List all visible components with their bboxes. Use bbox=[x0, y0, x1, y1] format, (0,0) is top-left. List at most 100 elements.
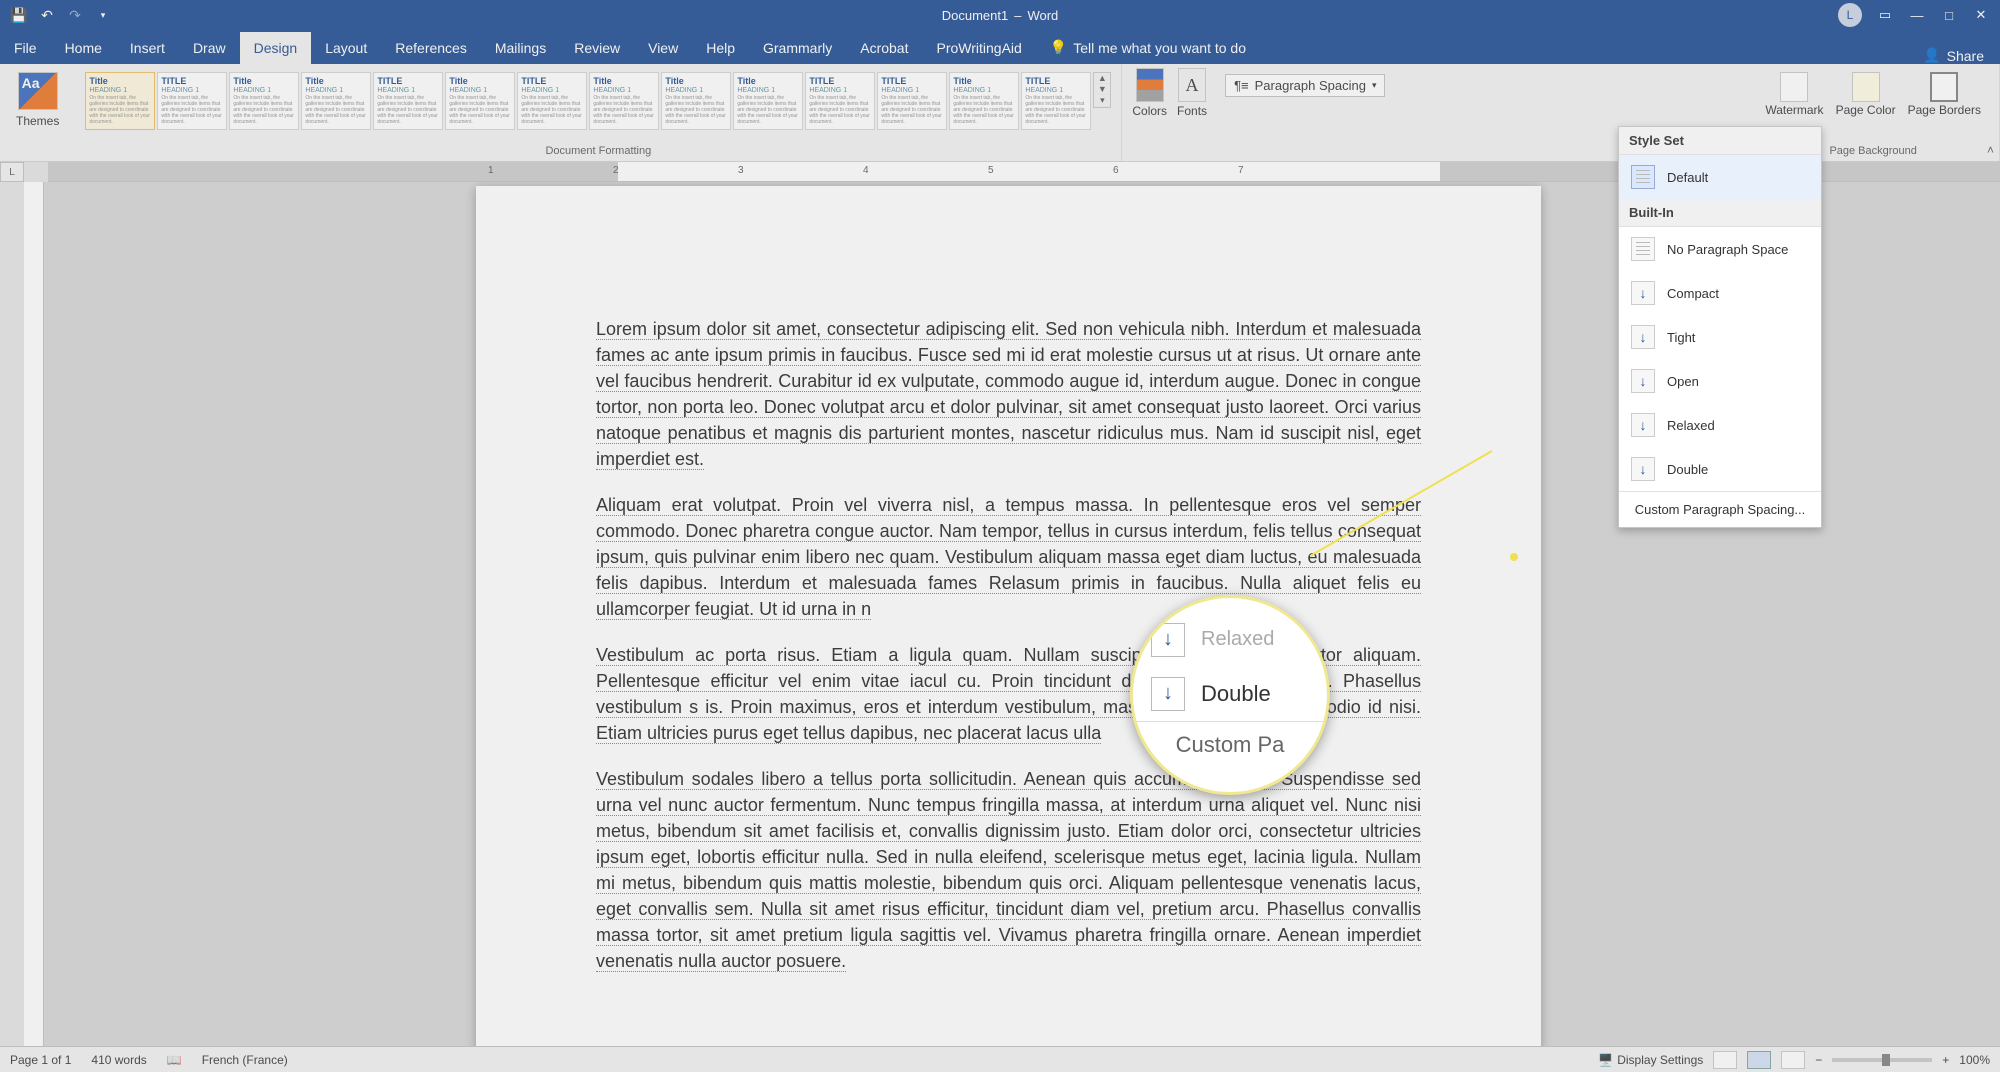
document-formatting-gallery[interactable]: TitleHEADING 1On the insert tab, the gal… bbox=[83, 68, 1113, 134]
fonts-button[interactable]: A Fonts bbox=[1177, 68, 1207, 118]
tab-acrobat[interactable]: Acrobat bbox=[846, 32, 922, 64]
page-color-icon bbox=[1852, 72, 1880, 102]
vertical-ruler[interactable] bbox=[24, 182, 44, 1046]
formatting-style-thumb[interactable]: TitleHEADING 1On the insert tab, the gal… bbox=[589, 72, 659, 130]
paragraph[interactable]: Vestibulum sodales libero a tellus porta… bbox=[596, 766, 1421, 974]
spacing-option-relaxed[interactable]: Relaxed bbox=[1619, 403, 1821, 447]
save-icon[interactable]: 💾 bbox=[10, 6, 28, 24]
tab-insert[interactable]: Insert bbox=[116, 32, 179, 64]
share-button[interactable]: 👤 Share bbox=[1907, 47, 2000, 64]
tab-prowritingaid[interactable]: ProWritingAid bbox=[922, 32, 1035, 64]
zoom-slider[interactable] bbox=[1832, 1058, 1932, 1062]
spacing-tight-icon bbox=[1631, 325, 1655, 349]
paragraph-spacing-dropdown: Style Set Default Built-In No Paragraph … bbox=[1618, 126, 1822, 528]
themes-button[interactable]: Themes bbox=[8, 68, 67, 132]
status-proofing-icon[interactable]: 📖 bbox=[167, 1053, 182, 1067]
spacing-option-default[interactable]: Default bbox=[1619, 155, 1821, 199]
tab-help[interactable]: Help bbox=[692, 32, 749, 64]
formatting-style-thumb[interactable]: TitleHEADING 1On the insert tab, the gal… bbox=[661, 72, 731, 130]
status-page[interactable]: Page 1 of 1 bbox=[10, 1053, 71, 1067]
spacing-option-tight[interactable]: Tight bbox=[1619, 315, 1821, 359]
status-word-count[interactable]: 410 words bbox=[91, 1053, 146, 1067]
tell-me-search[interactable]: 💡 Tell me what you want to do bbox=[1036, 31, 1260, 64]
ruler-tick: 5 bbox=[988, 165, 994, 176]
ruler-corner[interactable]: L bbox=[0, 162, 24, 182]
qat-customize-icon[interactable]: ▾ bbox=[94, 6, 112, 24]
formatting-style-thumb[interactable]: TITLEHEADING 1On the insert tab, the gal… bbox=[877, 72, 947, 130]
display-settings-button[interactable]: 🖥️ Display Settings bbox=[1598, 1053, 1703, 1067]
paragraph[interactable]: Lorem ipsum dolor sit amet, consectetur … bbox=[596, 316, 1421, 472]
collapse-ribbon-icon[interactable]: ˄ bbox=[1987, 143, 1994, 157]
document-name: Document1 bbox=[942, 8, 1008, 23]
paragraph-spacing-button[interactable]: ¶≡ Paragraph Spacing ▾ bbox=[1225, 74, 1385, 97]
view-web-layout[interactable] bbox=[1781, 1051, 1805, 1069]
display-settings-icon: 🖥️ bbox=[1598, 1053, 1613, 1067]
tab-draw[interactable]: Draw bbox=[179, 32, 240, 64]
undo-icon[interactable]: ↶ bbox=[38, 6, 56, 24]
quick-access-toolbar: 💾 ↶ ↷ ▾ bbox=[0, 6, 112, 24]
tab-layout[interactable]: Layout bbox=[311, 32, 381, 64]
app-name: Word bbox=[1027, 8, 1058, 23]
ruler-tick: 3 bbox=[738, 165, 744, 176]
ribbon-tabs: File Home Insert Draw Design Layout Refe… bbox=[0, 30, 2000, 64]
spacing-option-no-space[interactable]: No Paragraph Space bbox=[1619, 227, 1821, 271]
view-read-mode[interactable] bbox=[1713, 1051, 1737, 1069]
formatting-style-thumb[interactable]: TitleHEADING 1On the insert tab, the gal… bbox=[85, 72, 155, 130]
tab-home[interactable]: Home bbox=[51, 32, 116, 64]
zoom-out-icon[interactable]: − bbox=[1815, 1053, 1822, 1067]
tab-mailings[interactable]: Mailings bbox=[481, 32, 560, 64]
spacing-option-custom[interactable]: Custom Paragraph Spacing... bbox=[1619, 492, 1821, 527]
spacing-option-open[interactable]: Open bbox=[1619, 359, 1821, 403]
redo-icon[interactable]: ↷ bbox=[66, 6, 84, 24]
user-avatar[interactable]: L bbox=[1838, 3, 1862, 27]
paragraph[interactable]: Aliquam erat volutpat. Proin vel viverra… bbox=[596, 492, 1421, 622]
formatting-style-thumb[interactable]: TITLEHEADING 1On the insert tab, the gal… bbox=[1021, 72, 1091, 130]
close-icon[interactable]: ✕ bbox=[1972, 6, 1990, 24]
page-color-button[interactable]: Page Color bbox=[1836, 72, 1896, 117]
formatting-style-thumb[interactable]: TITLEHEADING 1On the insert tab, the gal… bbox=[805, 72, 875, 130]
ruler-tick: 6 bbox=[1113, 165, 1119, 176]
formatting-style-thumb[interactable]: TitleHEADING 1On the insert tab, the gal… bbox=[229, 72, 299, 130]
maximize-icon[interactable]: □ bbox=[1940, 6, 1958, 24]
formatting-style-thumb[interactable]: TITLEHEADING 1On the insert tab, the gal… bbox=[373, 72, 443, 130]
tab-view[interactable]: View bbox=[634, 32, 692, 64]
formatting-style-thumb[interactable]: TitleHEADING 1On the insert tab, the gal… bbox=[949, 72, 1019, 130]
watermark-button[interactable]: Watermark bbox=[1765, 72, 1823, 117]
status-language[interactable]: French (France) bbox=[202, 1053, 288, 1067]
watermark-icon bbox=[1780, 72, 1808, 102]
spacing-nospace-icon bbox=[1631, 237, 1655, 261]
spacing-default-icon bbox=[1631, 165, 1655, 189]
minimize-icon[interactable]: — bbox=[1908, 6, 1926, 24]
ribbon-display-options-icon[interactable]: ▭ bbox=[1876, 6, 1894, 24]
formatting-style-thumb[interactable]: TitleHEADING 1On the insert tab, the gal… bbox=[301, 72, 371, 130]
formatting-style-thumb[interactable]: TitleHEADING 1On the insert tab, the gal… bbox=[445, 72, 515, 130]
document-page[interactable]: Lorem ipsum dolor sit amet, consectetur … bbox=[476, 186, 1541, 1046]
tab-references[interactable]: References bbox=[381, 32, 481, 64]
gallery-scroll[interactable]: ▲▼▾ bbox=[1093, 72, 1111, 108]
dropdown-section-built-in: Built-In bbox=[1619, 199, 1821, 227]
spacing-relaxed-icon: ↓ bbox=[1151, 623, 1185, 657]
formatting-style-thumb[interactable]: TITLEHEADING 1On the insert tab, the gal… bbox=[517, 72, 587, 130]
lightbulb-icon: 💡 bbox=[1050, 39, 1067, 56]
magnifier-custom-row: Custom Pa bbox=[1133, 721, 1327, 768]
colors-button[interactable]: Colors bbox=[1132, 68, 1167, 118]
formatting-style-thumb[interactable]: TITLEHEADING 1On the insert tab, the gal… bbox=[157, 72, 227, 130]
ruler-tick: 2 bbox=[613, 165, 619, 176]
callout-dot bbox=[1510, 553, 1518, 561]
tab-file[interactable]: File bbox=[0, 32, 51, 64]
zoom-level[interactable]: 100% bbox=[1959, 1053, 1990, 1067]
view-print-layout[interactable] bbox=[1747, 1051, 1771, 1069]
formatting-style-thumb[interactable]: TitleHEADING 1On the insert tab, the gal… bbox=[733, 72, 803, 130]
colors-icon bbox=[1136, 68, 1164, 102]
title-bar: 💾 ↶ ↷ ▾ Document1 – Word L ▭ — □ ✕ bbox=[0, 0, 2000, 30]
fonts-icon: A bbox=[1178, 68, 1206, 102]
tab-grammarly[interactable]: Grammarly bbox=[749, 32, 846, 64]
spacing-option-compact[interactable]: Compact bbox=[1619, 271, 1821, 315]
tab-design[interactable]: Design bbox=[240, 32, 312, 64]
zoom-in-icon[interactable]: + bbox=[1942, 1053, 1949, 1067]
spacing-option-double[interactable]: Double bbox=[1619, 447, 1821, 491]
tab-review[interactable]: Review bbox=[560, 32, 634, 64]
paragraph-spacing-icon: ¶≡ bbox=[1234, 78, 1249, 93]
chevron-down-icon: ▾ bbox=[1372, 80, 1377, 91]
page-borders-button[interactable]: Page Borders bbox=[1908, 72, 1981, 117]
